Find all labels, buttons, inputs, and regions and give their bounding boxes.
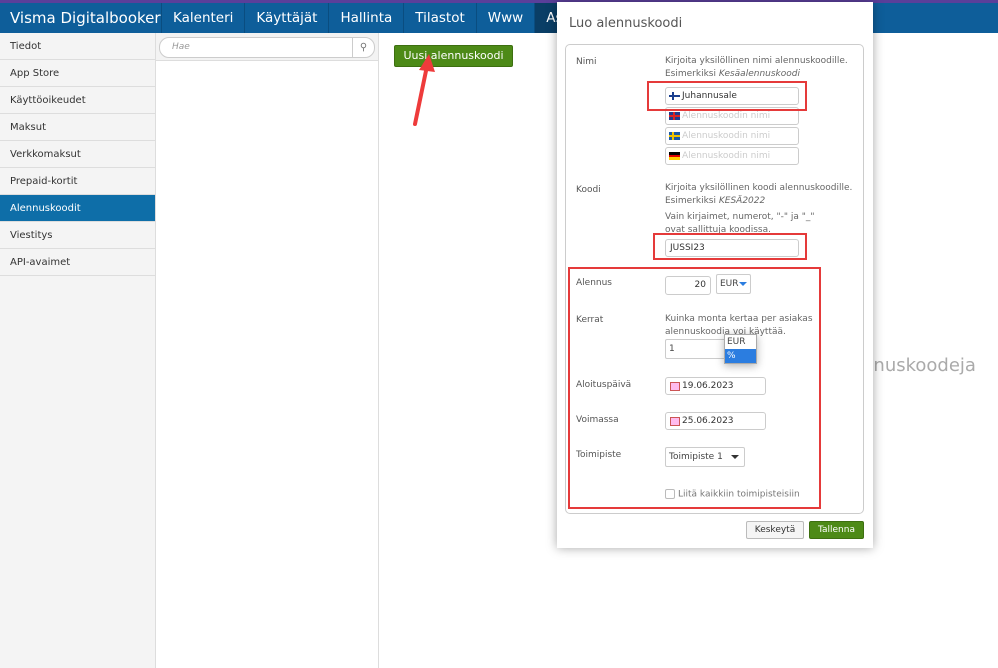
search-placeholder: Hae [172, 42, 190, 52]
sidebar-item-api-avaimet[interactable]: API-avaimet [0, 249, 155, 276]
brand-logo[interactable]: Visma Digitalbooker [0, 3, 162, 33]
name-sv-input[interactable]: Alennuskoodin nimi [665, 127, 799, 145]
code-label: Koodi [576, 185, 601, 195]
sidebar-item-prepaid-kortit[interactable]: Prepaid-kortit [0, 168, 155, 195]
highlight-name [647, 81, 807, 111]
highlight-settings [568, 267, 821, 509]
search-icon[interactable]: ⚲ [352, 38, 374, 57]
sweden-flag-icon [669, 132, 680, 140]
sidebar-item-maksut[interactable]: Maksut [0, 114, 155, 141]
sidebar-item-verkkomaksut[interactable]: Verkkomaksut [0, 141, 155, 168]
list-panel: Hae ⚲ [156, 33, 379, 668]
sidebar-item-tiedot[interactable]: Tiedot [0, 33, 155, 60]
nav-kalenteri[interactable]: Kalenteri [162, 3, 246, 33]
name-help: Kirjoita yksilöllinen nimi alennuskoodil… [665, 56, 848, 79]
nav-kayttajat[interactable]: Käyttäjät [245, 3, 330, 33]
sidebar-item-app-store[interactable]: App Store [0, 60, 155, 87]
save-button[interactable]: Tallenna [809, 521, 864, 539]
germany-flag-icon [669, 152, 680, 160]
red-arrow-annotation [413, 54, 435, 126]
sidebar-item-alennuskoodit[interactable]: Alennuskoodit [0, 195, 155, 222]
sidebar: Tiedot App Store Käyttöoikeudet Maksut V… [0, 33, 156, 668]
nav-www[interactable]: Www [477, 3, 536, 33]
sidebar-item-kayttooikeudet[interactable]: Käyttöoikeudet [0, 87, 155, 114]
nav-tilastot[interactable]: Tilastot [404, 3, 477, 33]
name-label: Nimi [576, 57, 597, 67]
uk-flag-icon [669, 112, 680, 120]
empty-state-text: nnuskoodeja [862, 355, 976, 376]
code-help: Kirjoita yksilöllinen koodi alennuskoodi… [665, 183, 853, 206]
nav-hallinta[interactable]: Hallinta [329, 3, 405, 33]
name-de-input[interactable]: Alennuskoodin nimi [665, 147, 799, 165]
sidebar-item-viestitys[interactable]: Viestitys [0, 222, 155, 249]
search-bar: Hae ⚲ [156, 33, 378, 61]
search-input[interactable]: Hae ⚲ [159, 37, 375, 58]
highlight-code [653, 233, 807, 260]
cancel-button[interactable]: Keskeytä [746, 521, 804, 539]
modal-title: Luo alennuskoodi [569, 16, 683, 31]
